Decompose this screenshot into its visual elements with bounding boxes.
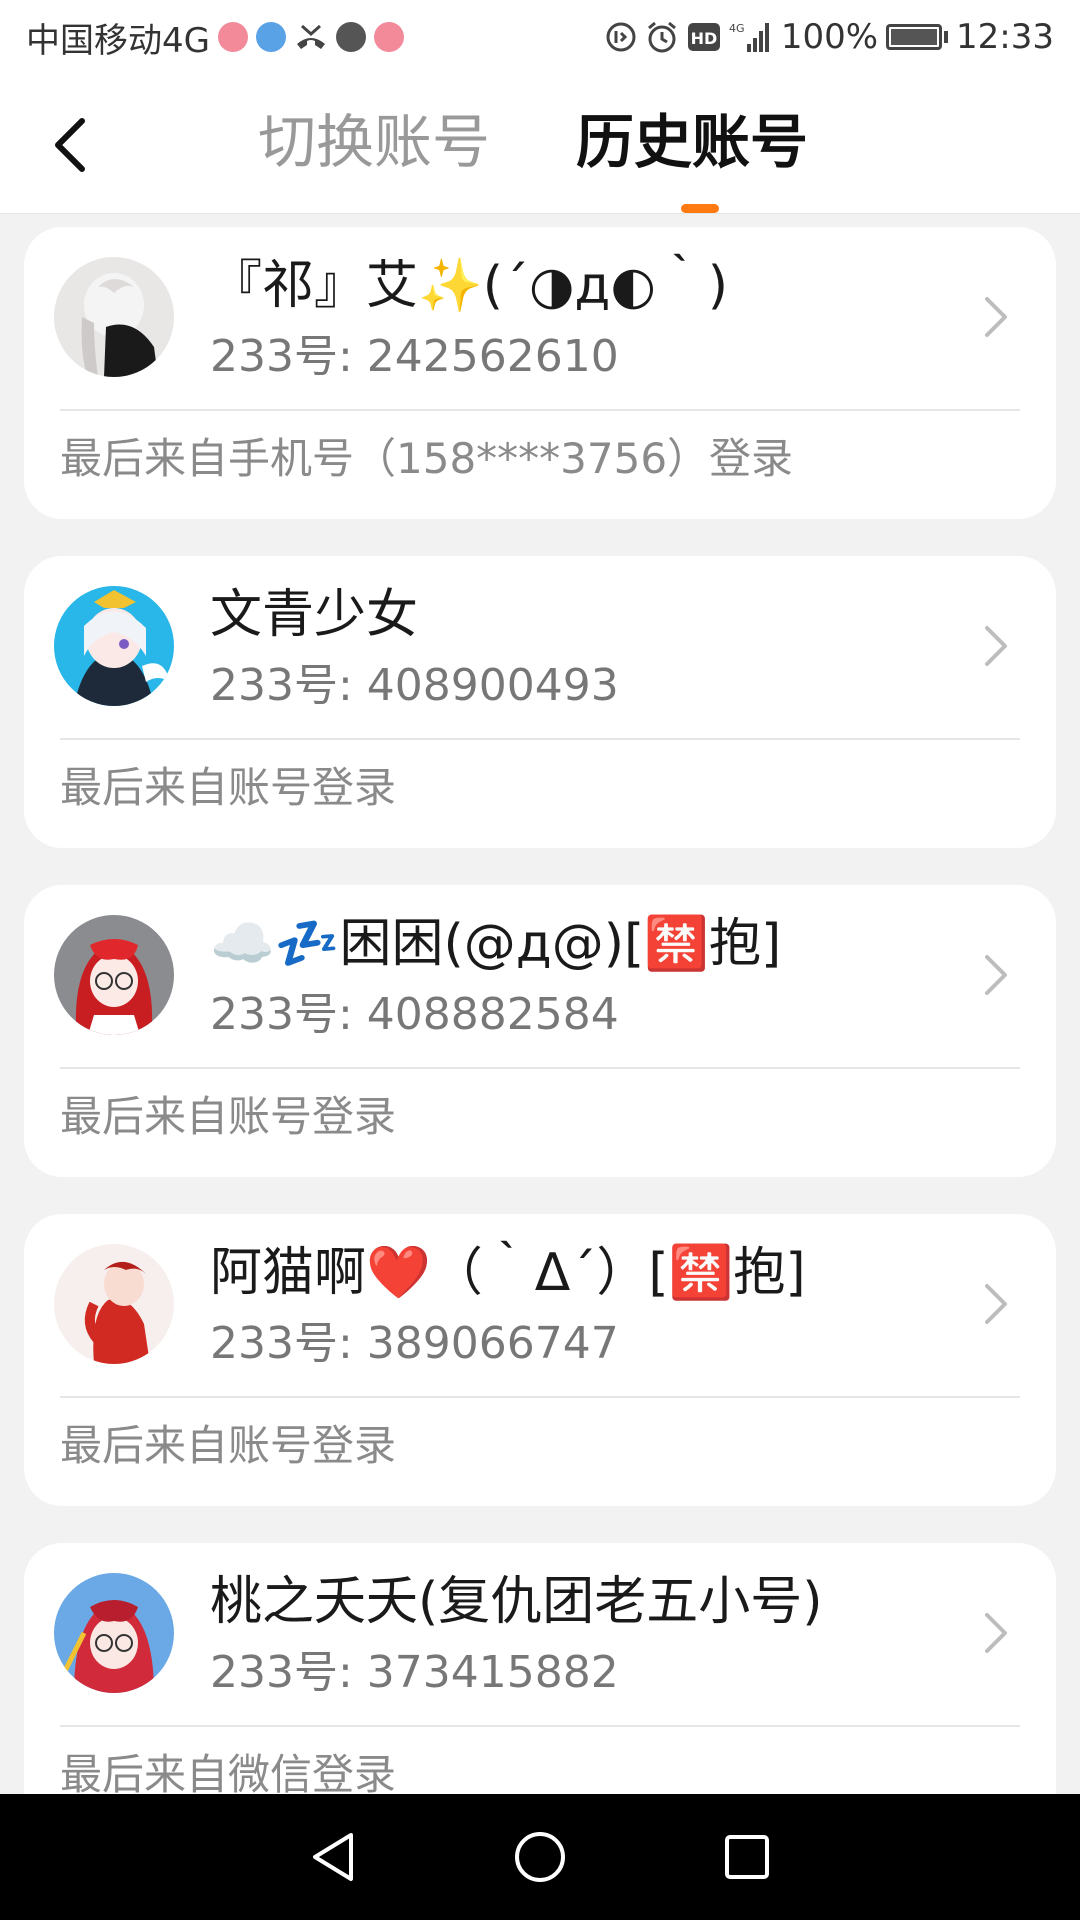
account-id: 233号: 408882584 [210, 989, 619, 1040]
nav-home-button[interactable] [500, 1817, 580, 1897]
chevron-right-icon [976, 945, 1016, 1005]
chevron-right-icon [976, 1274, 1016, 1334]
back-button[interactable] [40, 110, 100, 180]
account-name: 文青少女 [210, 585, 419, 645]
avatar [54, 257, 174, 377]
system-nav-bar [0, 1794, 1080, 1920]
avatar [54, 1244, 174, 1364]
account-card[interactable]: 阿猫啊❤️（｀Δ´）[🈲抱] 233号: 389066747 最后来自账号登录 [24, 1214, 1056, 1506]
svg-text:HD: HD [690, 29, 717, 48]
signal-4g-icon: 4G [729, 20, 773, 54]
login-source: 最后来自账号登录 [60, 1092, 397, 1141]
active-tab-indicator [681, 204, 719, 213]
status-bar-left: 中国移动4G [26, 13, 404, 62]
status-bar: 中国移动4G HD 4G 100% 12:33 [0, 0, 1080, 74]
svg-text:4G: 4G [729, 22, 745, 35]
tab-history-account[interactable]: 历史账号 [576, 102, 808, 182]
card-divider [60, 1725, 1020, 1727]
card-divider [60, 1067, 1020, 1069]
carrier-label: 中国移动4G [26, 20, 210, 61]
music-icon [373, 22, 404, 52]
account-name: 『祁』艾✨(´◑д◐｀) [210, 256, 729, 316]
home-circle-icon [514, 1832, 565, 1882]
battery-icon [886, 24, 949, 50]
recents-square-icon [724, 1835, 769, 1879]
login-source: 最后来自账号登录 [60, 1421, 397, 1470]
weibo-icon [217, 22, 248, 52]
account-card[interactable]: 文青少女 233号: 408900493 最后来自账号登录 [24, 556, 1056, 848]
account-id: 233号: 373415882 [210, 1647, 619, 1698]
account-name: 阿猫啊❤️（｀Δ´）[🈲抱] [210, 1243, 806, 1303]
chevron-right-icon [976, 1603, 1016, 1663]
account-card[interactable]: 『祁』艾✨(´◑д◐｀) 233号: 242562610 最后来自手机号（158… [24, 227, 1056, 519]
account-card[interactable]: ☁️💤困困(@д@)[🈲抱] 233号: 408882584 最后来自账号登录 [24, 885, 1056, 1177]
avatar [54, 915, 174, 1035]
login-source: 最后来自手机号（158****3756）登录 [60, 434, 794, 483]
battery-percentage: 100% [780, 17, 879, 57]
account-name: ☁️💤困困(@д@)[🈲抱] [210, 914, 782, 974]
status-bar-right: HD 4G 100% 12:33 [605, 17, 1054, 57]
clock: 12:33 [956, 17, 1054, 57]
account-id: 233号: 408900493 [210, 660, 619, 711]
card-divider [60, 409, 1020, 411]
voice-icon [335, 22, 366, 52]
chevron-right-icon [976, 616, 1016, 676]
data-saver-icon [605, 21, 637, 53]
avatar [54, 1573, 174, 1693]
card-divider [60, 738, 1020, 740]
account-id: 233号: 389066747 [210, 1318, 619, 1369]
chevron-left-icon [55, 118, 85, 172]
hd-icon: HD [687, 22, 721, 52]
avatar [54, 586, 174, 706]
nav-back-button[interactable] [293, 1817, 373, 1897]
back-triangle-icon [313, 1833, 354, 1881]
tab-switch-account[interactable]: 切换账号 [258, 102, 490, 182]
account-card[interactable]: 桃之夭夭(复仇团老五小号) 233号: 373415882 最后来自微信登录 [24, 1543, 1056, 1835]
browser-icon [255, 22, 286, 52]
nav-recents-button[interactable] [707, 1817, 787, 1897]
missed-call-icon [294, 22, 328, 52]
header: 切换账号 历史账号 [0, 74, 1080, 214]
alarm-icon [645, 20, 679, 54]
card-divider [60, 1396, 1020, 1398]
account-id: 233号: 242562610 [210, 331, 619, 382]
account-name: 桃之夭夭(复仇团老五小号) [210, 1572, 823, 1632]
chevron-right-icon [976, 287, 1016, 347]
login-source: 最后来自账号登录 [60, 763, 397, 812]
